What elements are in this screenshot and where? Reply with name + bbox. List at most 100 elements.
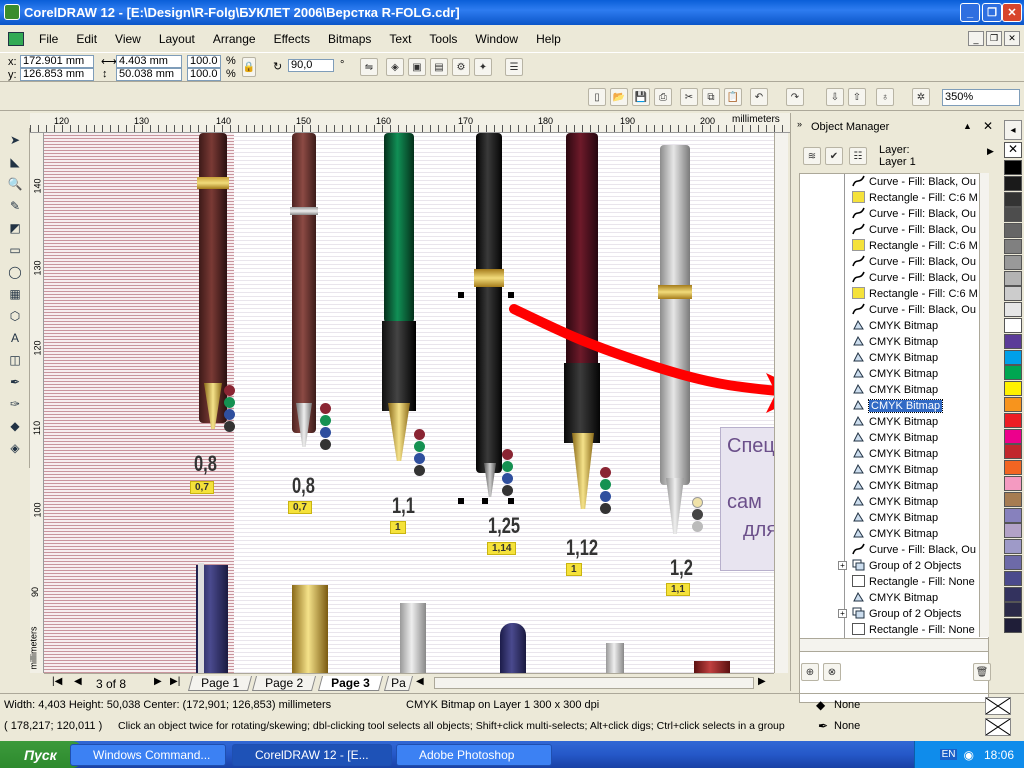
object-row[interactable]: Curve - Fill: Black, Ou bbox=[852, 302, 988, 318]
drawing-canvas[interactable]: 0,8 0,7 0,8 0,7 1,1 1 1,25 1,14 1,12 1 1… bbox=[44, 133, 774, 673]
color-swatch[interactable] bbox=[1004, 570, 1022, 586]
color-swatch[interactable] bbox=[1004, 412, 1022, 428]
object-row[interactable]: Curve - Fill: Black, Ou bbox=[852, 174, 988, 190]
app-launcher-icon[interactable]: ♁ bbox=[876, 88, 894, 106]
color-swatch[interactable] bbox=[1004, 318, 1022, 333]
color-swatch[interactable] bbox=[1004, 539, 1022, 555]
object-row[interactable]: Rectangle - Fill: None bbox=[852, 622, 988, 638]
no-color-swatch[interactable]: ✕ bbox=[1004, 142, 1022, 158]
doc-minimize-button[interactable]: _ bbox=[968, 31, 984, 46]
close-button[interactable]: ✕ bbox=[1002, 3, 1022, 22]
color-swatch[interactable] bbox=[1004, 175, 1022, 191]
next-page-icon[interactable]: ▶ bbox=[154, 676, 162, 687]
first-page-icon[interactable]: |◀ bbox=[52, 676, 62, 687]
x-position-field[interactable]: 172.901 mm bbox=[20, 55, 94, 68]
pick-tool-icon[interactable]: ➤ bbox=[5, 130, 25, 150]
color-swatch[interactable] bbox=[1004, 381, 1022, 397]
task-adobe-photoshop[interactable]: Adobe Photoshop bbox=[396, 744, 552, 766]
color-swatch[interactable] bbox=[1004, 602, 1022, 618]
color-swatch[interactable] bbox=[1004, 491, 1022, 507]
menu-help[interactable]: Help bbox=[527, 32, 570, 46]
effects-icon[interactable]: ✦ bbox=[474, 58, 492, 76]
shape-tool-icon[interactable]: ◣ bbox=[5, 152, 25, 172]
new-icon[interactable]: ▯ bbox=[588, 88, 606, 106]
wrap-icon[interactable]: ◈ bbox=[386, 58, 404, 76]
interactive-blend-tool-icon[interactable]: ◫ bbox=[5, 350, 25, 370]
import-icon[interactable]: ⇩ bbox=[826, 88, 844, 106]
object-row[interactable]: CMYK Bitmap bbox=[852, 430, 988, 446]
object-row[interactable]: CMYK Bitmap bbox=[852, 318, 988, 334]
color-swatch[interactable] bbox=[1004, 444, 1022, 460]
color-swatch[interactable] bbox=[1004, 476, 1022, 491]
object-row[interactable]: Curve - Fill: Black, Ou bbox=[852, 206, 988, 222]
basic-shapes-tool-icon[interactable]: ⬡ bbox=[5, 306, 25, 326]
new-layer-icon[interactable]: ⊕ bbox=[801, 663, 819, 681]
selection-handle[interactable] bbox=[458, 498, 464, 504]
object-row[interactable]: Rectangle - Fill: C:6 M bbox=[852, 286, 988, 302]
pen-image-8[interactable] bbox=[292, 585, 328, 673]
edit-across-layers-icon[interactable]: ✔ bbox=[825, 147, 843, 165]
color-swatch[interactable] bbox=[1004, 349, 1022, 365]
scale-x-field[interactable]: 100.0 bbox=[187, 55, 221, 68]
vertical-ruler[interactable]: 140 130 120 110 100 90 millimeters bbox=[29, 133, 44, 673]
show-properties-icon[interactable]: ≋ bbox=[803, 147, 821, 165]
menu-bitmaps[interactable]: Bitmaps bbox=[319, 32, 380, 46]
pen-image-3[interactable] bbox=[384, 133, 414, 323]
doc-close-button[interactable]: ✕ bbox=[1004, 31, 1020, 46]
freehand-tool-icon[interactable]: ✎ bbox=[5, 196, 25, 216]
color-swatch[interactable] bbox=[1004, 286, 1022, 302]
docker-horizontal-scrollbar[interactable] bbox=[799, 638, 989, 652]
color-swatch[interactable] bbox=[1004, 460, 1022, 476]
color-swatch[interactable] bbox=[1004, 207, 1022, 223]
object-row[interactable]: CMYK Bitmap bbox=[852, 590, 988, 606]
menu-arrange[interactable]: Arrange bbox=[204, 32, 265, 46]
eyedropper-tool-icon[interactable]: ✒ bbox=[5, 372, 25, 392]
color-swatch[interactable] bbox=[1004, 254, 1022, 270]
docker-close-icon[interactable]: ✕ bbox=[983, 119, 993, 133]
minimize-button[interactable]: _ bbox=[960, 3, 980, 22]
trace-icon[interactable]: ⚙ bbox=[452, 58, 470, 76]
color-swatch[interactable] bbox=[1004, 239, 1022, 254]
scroll-right-icon[interactable]: ▶ bbox=[758, 676, 766, 687]
color-swatch[interactable] bbox=[1004, 428, 1022, 444]
pen-image-2[interactable] bbox=[292, 133, 316, 433]
object-row[interactable]: CMYK Bitmap bbox=[852, 350, 988, 366]
pen-image-11[interactable] bbox=[606, 643, 624, 673]
color-swatch[interactable] bbox=[1004, 555, 1022, 570]
color-swatch[interactable] bbox=[1004, 223, 1022, 239]
selection-handle[interactable] bbox=[508, 498, 514, 504]
graph-paper-tool-icon[interactable]: ▦ bbox=[5, 284, 25, 304]
task-coreldraw[interactable]: CorelDRAW 12 - [E... bbox=[232, 744, 392, 766]
object-row[interactable]: CMYK Bitmap bbox=[852, 446, 988, 462]
page-tab-1[interactable]: Page 1 bbox=[187, 676, 253, 691]
object-row[interactable]: CMYK Bitmap bbox=[852, 510, 988, 526]
object-row[interactable]: Curve - Fill: Black, Ou bbox=[852, 254, 988, 270]
edit-bitmap-icon[interactable]: ▤ bbox=[430, 58, 448, 76]
y-position-field[interactable]: 126.853 mm bbox=[20, 68, 94, 81]
vertical-scrollbar[interactable] bbox=[774, 133, 788, 673]
object-row[interactable]: CMYK Bitmap bbox=[852, 366, 988, 382]
menu-text[interactable]: Text bbox=[380, 32, 420, 46]
object-row[interactable]: CMYK Bitmap bbox=[852, 494, 988, 510]
tree-expander-icon[interactable]: + bbox=[838, 609, 847, 618]
selection-handle[interactable] bbox=[482, 498, 488, 504]
delete-icon[interactable]: 🗑 bbox=[973, 663, 991, 681]
palette-flyout-icon[interactable]: ◂ bbox=[1004, 120, 1022, 140]
object-row[interactable]: CMYK Bitmap bbox=[852, 414, 988, 430]
color-swatch[interactable] bbox=[1004, 333, 1022, 349]
text-tool-icon[interactable]: A bbox=[5, 328, 25, 348]
maximize-button[interactable]: ❐ bbox=[982, 3, 1002, 22]
menu-edit[interactable]: Edit bbox=[67, 32, 106, 46]
ellipse-tool-icon[interactable]: ◯ bbox=[5, 262, 25, 282]
tray-icon[interactable]: ◉ bbox=[963, 748, 973, 762]
page-tab-2[interactable]: Page 2 bbox=[251, 676, 317, 691]
selection-handle[interactable] bbox=[458, 292, 464, 298]
scroll-left-icon[interactable]: ◀ bbox=[416, 676, 424, 687]
copy-icon[interactable]: ⧉ bbox=[702, 88, 720, 106]
fill-icon[interactable]: ◆ bbox=[816, 698, 825, 712]
object-row[interactable]: Rectangle - Fill: None bbox=[852, 574, 988, 590]
object-row[interactable]: Curve - Fill: Black, Ou bbox=[852, 542, 988, 558]
smart-fill-tool-icon[interactable]: ◩ bbox=[5, 218, 25, 238]
menu-layout[interactable]: Layout bbox=[150, 32, 204, 46]
color-swatch[interactable] bbox=[1004, 523, 1022, 539]
